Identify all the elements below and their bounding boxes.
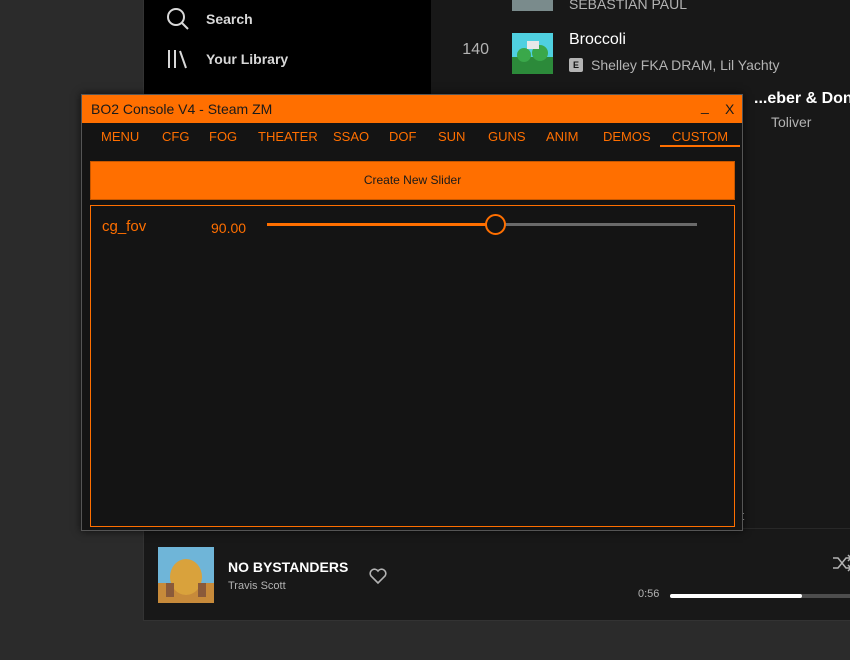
playback-progress-bar[interactable] — [670, 594, 850, 598]
tab-ssao[interactable]: SSAO — [333, 129, 369, 144]
track-artist: SEBASTIAN PAUL — [569, 0, 688, 12]
nav-library[interactable]: Your Library — [166, 44, 288, 74]
close-button[interactable]: X — [725, 101, 734, 117]
album-art — [512, 33, 553, 74]
tab-custom[interactable]: CUSTOM — [660, 129, 741, 147]
track-artist[interactable]: Shelley FKA DRAM, Lil Yachty — [591, 57, 780, 73]
console-tab-bar: MENU CFG FOG THEATER SSAO DOF SUN GUNS A… — [82, 123, 742, 149]
library-icon — [166, 47, 190, 71]
track-row[interactable]: 140 Broccoli E Shelley FKA DRAM, Lil Yac… — [431, 27, 850, 83]
minimize-button[interactable]: _ — [701, 98, 709, 114]
track-title[interactable]: ...eber & Don ... — [754, 90, 850, 108]
track-title[interactable]: Broccoli — [569, 31, 626, 49]
console-title: BO2 Console V4 - Steam ZM — [91, 101, 273, 117]
tab-demos[interactable]: DEMOS — [603, 129, 651, 144]
console-titlebar[interactable]: BO2 Console V4 - Steam ZM _ X — [82, 95, 742, 123]
nav-library-label: Your Library — [206, 51, 289, 67]
slider-fill — [267, 223, 495, 226]
tab-menu[interactable]: MENU — [101, 129, 139, 144]
playback-progress-fill — [670, 594, 802, 598]
slider-value: 90.00 — [211, 220, 247, 236]
nav-search-label: Search — [206, 11, 253, 27]
slider-track[interactable] — [267, 214, 697, 235]
slider-thumb[interactable] — [484, 214, 506, 235]
search-icon — [166, 7, 190, 31]
tab-fog[interactable]: FOG — [209, 129, 237, 144]
album-art — [512, 0, 553, 11]
tab-guns[interactable]: GUNS — [488, 129, 526, 144]
tab-cfg[interactable]: CFG — [162, 129, 189, 144]
custom-slider-panel: cg_fov 90.00 — [90, 205, 735, 527]
create-slider-button[interactable]: Create New Slider — [90, 161, 735, 200]
shuffle-icon[interactable] — [832, 553, 850, 573]
explicit-badge: E — [569, 58, 583, 72]
slider-name: cg_fov — [102, 218, 147, 235]
now-playing-artist[interactable]: Travis Scott — [228, 580, 286, 592]
now-playing-art[interactable] — [158, 547, 214, 603]
tab-dof[interactable]: DOF — [389, 129, 416, 144]
heart-icon[interactable] — [368, 566, 388, 586]
track-artist[interactable]: Toliver — [771, 114, 811, 130]
track-row[interactable]: SEBASTIAN PAUL — [431, 0, 850, 20]
tab-anim[interactable]: ANIM — [546, 129, 579, 144]
playback-time: 0:56 — [638, 588, 660, 600]
now-playing-title[interactable]: NO BYSTANDERS — [228, 559, 348, 575]
tab-sun[interactable]: SUN — [438, 129, 465, 144]
tab-theater[interactable]: THEATER — [258, 129, 318, 144]
now-playing-bar: NO BYSTANDERS Travis Scott 0:56 — [144, 528, 850, 620]
nav-search[interactable]: Search — [166, 4, 253, 34]
console-window: BO2 Console V4 - Steam ZM _ X MENU CFG F… — [81, 94, 743, 531]
track-number: 140 — [462, 41, 489, 58]
track-artist-line: E Shelley FKA DRAM, Lil Yachty — [569, 57, 780, 73]
